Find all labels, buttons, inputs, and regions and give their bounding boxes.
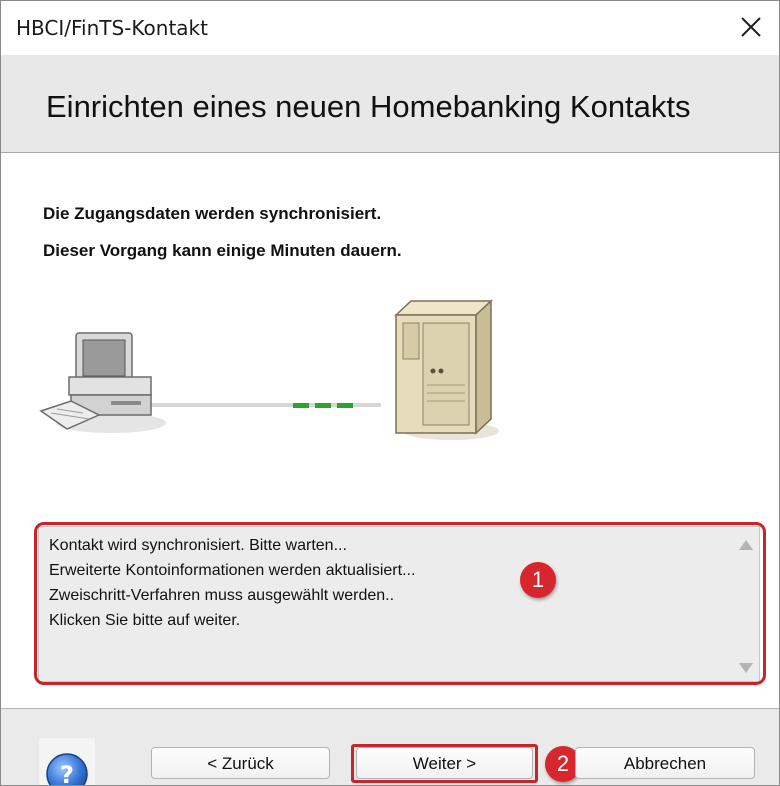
help-button[interactable]: ?	[39, 738, 95, 786]
sync-message: Die Zugangsdaten werden synchronisiert.	[43, 204, 382, 223]
server-icon	[394, 299, 499, 440]
back-button[interactable]: < Zurück	[151, 747, 330, 779]
annotation-highlight-next	[351, 744, 538, 783]
wizard-header: Einrichten eines neuen Homebanking Konta…	[1, 55, 779, 153]
close-icon	[741, 17, 761, 37]
dialog-window: HBCI/FinTS-Kontakt Einrichten eines neue…	[0, 0, 780, 786]
svg-text:?: ?	[60, 761, 74, 786]
wizard-content: Die Zugangsdaten werden synchronisiert. …	[1, 153, 779, 708]
computer-icon	[39, 332, 166, 433]
window-title: HBCI/FinTS-Kontakt	[16, 16, 208, 40]
wizard-heading: Einrichten eines neuen Homebanking Konta…	[46, 89, 691, 124]
connection-illustration	[39, 299, 499, 440]
duration-message: Dieser Vorgang kann einige Minuten dauer…	[43, 241, 402, 260]
cancel-button[interactable]: Abbrechen	[575, 747, 755, 779]
title-bar: HBCI/FinTS-Kontakt	[1, 1, 779, 55]
annotation-badge-1: 1	[520, 562, 556, 598]
progress-indicator	[293, 403, 353, 408]
help-icon: ?	[46, 753, 88, 786]
wizard-footer: ? < Zurück Weiter > 2 Abbrechen	[1, 708, 779, 786]
annotation-highlight-log	[34, 522, 766, 685]
close-button[interactable]	[733, 9, 769, 45]
